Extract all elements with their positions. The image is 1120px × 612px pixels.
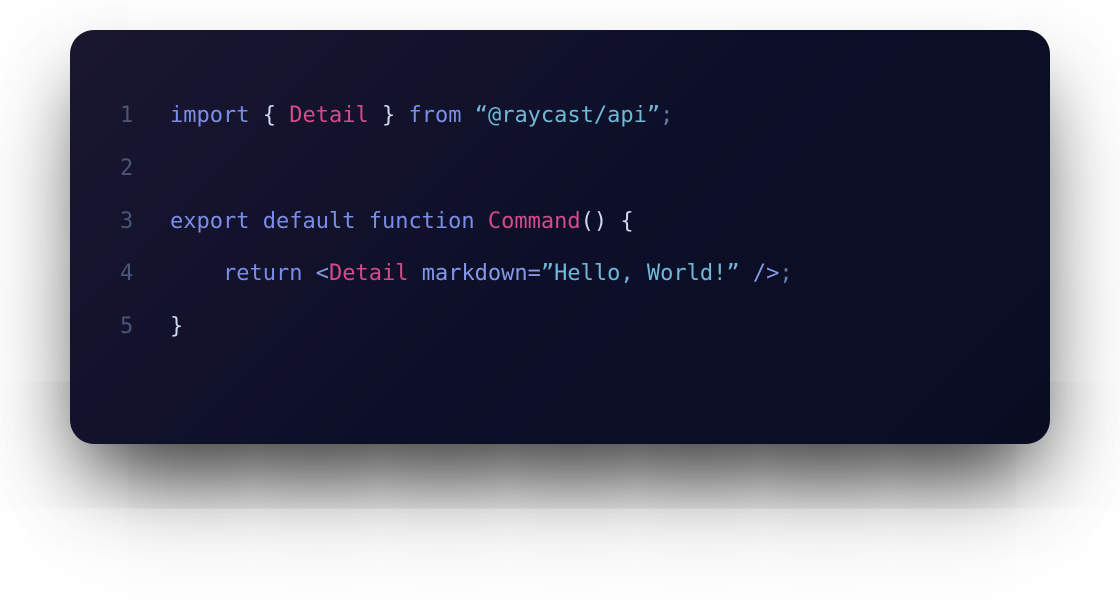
code-token: ; bbox=[660, 103, 673, 128]
code-line: 5} bbox=[120, 301, 1000, 354]
code-token: return bbox=[223, 261, 302, 286]
code-token: default bbox=[263, 209, 356, 234]
code-token: { bbox=[620, 209, 633, 234]
code-content: } bbox=[170, 301, 183, 354]
line-number: 1 bbox=[120, 90, 170, 143]
code-token: { bbox=[263, 103, 290, 128]
code-token: import bbox=[170, 103, 249, 128]
code-line: 4 return <Detail markdown=”Hello, World!… bbox=[120, 248, 1000, 301]
code-token: function bbox=[369, 209, 475, 234]
code-token: () bbox=[581, 209, 608, 234]
code-token bbox=[302, 261, 315, 286]
code-line: 3export default function Command() { bbox=[120, 196, 1000, 249]
code-token bbox=[475, 209, 488, 234]
code-content: export default function Command() { bbox=[170, 196, 634, 249]
code-token: } bbox=[369, 103, 396, 128]
code-lines-container: 1import { Detail } from “@raycast/api”;2… bbox=[120, 90, 1000, 354]
code-token: Command bbox=[488, 209, 581, 234]
code-token bbox=[461, 103, 474, 128]
line-number: 2 bbox=[120, 143, 170, 196]
code-token: = bbox=[528, 261, 541, 286]
code-token: Detail bbox=[289, 103, 368, 128]
line-number: 3 bbox=[120, 196, 170, 249]
code-token: Detail bbox=[329, 261, 408, 286]
code-token bbox=[607, 209, 620, 234]
code-token: ”Hello, World!” bbox=[541, 261, 740, 286]
code-token: from bbox=[408, 103, 461, 128]
code-token: markdown bbox=[422, 261, 528, 286]
line-number: 4 bbox=[120, 248, 170, 301]
code-token bbox=[170, 261, 223, 286]
code-block: 1import { Detail } from “@raycast/api”;2… bbox=[70, 30, 1050, 444]
code-content: return <Detail markdown=”Hello, World!” … bbox=[170, 248, 793, 301]
code-content: import { Detail } from “@raycast/api”; bbox=[170, 90, 673, 143]
code-line: 1import { Detail } from “@raycast/api”; bbox=[120, 90, 1000, 143]
code-content bbox=[170, 143, 183, 196]
code-token bbox=[740, 261, 753, 286]
code-token bbox=[249, 209, 262, 234]
code-token: < bbox=[316, 261, 329, 286]
code-token: } bbox=[170, 314, 183, 339]
code-token: “@raycast/api” bbox=[475, 103, 660, 128]
line-number: 5 bbox=[120, 301, 170, 354]
code-line: 2 bbox=[120, 143, 1000, 196]
code-token: ; bbox=[779, 261, 792, 286]
code-token bbox=[395, 103, 408, 128]
code-token bbox=[355, 209, 368, 234]
code-token bbox=[249, 103, 262, 128]
code-token bbox=[408, 261, 421, 286]
code-token: export bbox=[170, 209, 249, 234]
code-token: /> bbox=[753, 261, 780, 286]
